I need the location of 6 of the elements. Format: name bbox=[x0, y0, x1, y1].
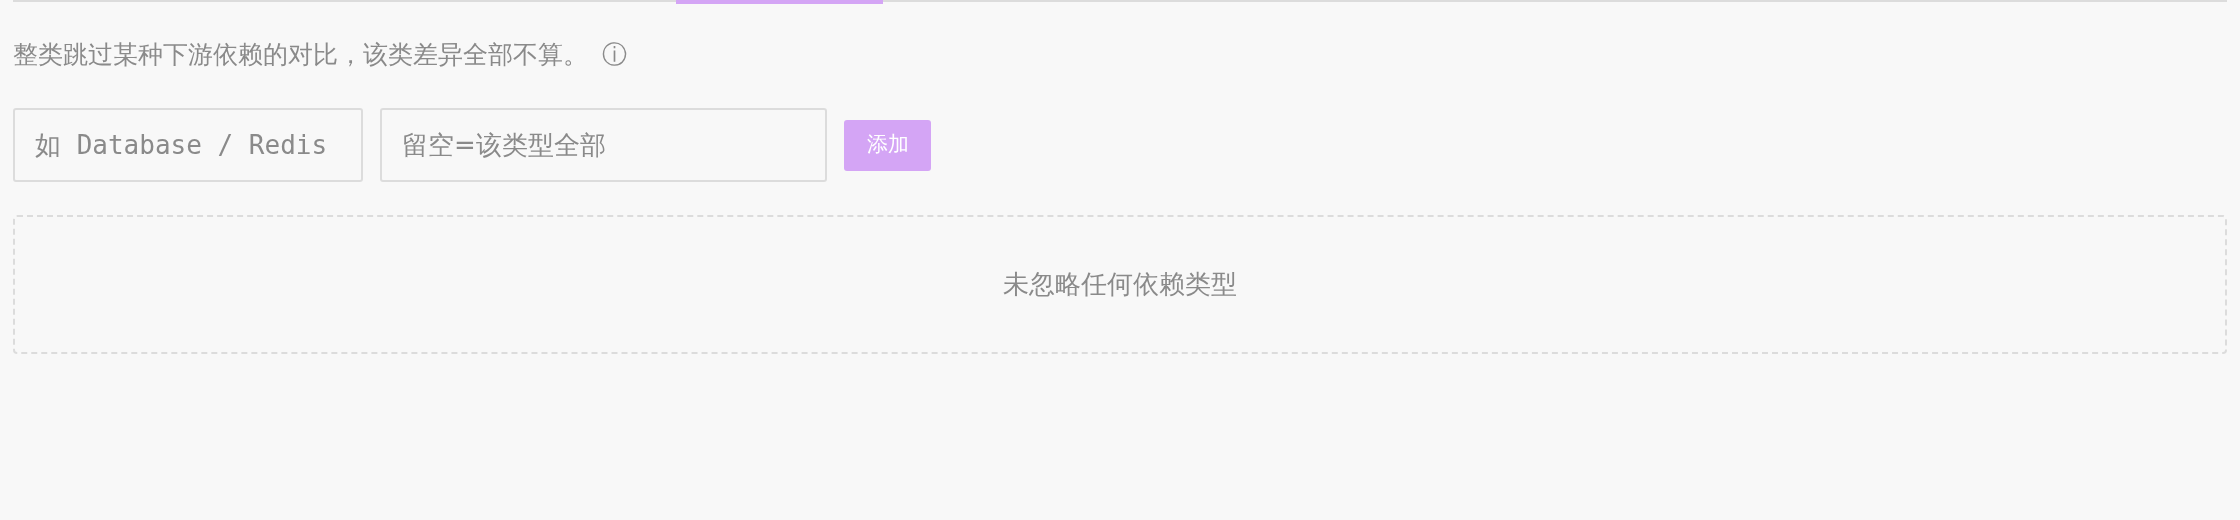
name-input-field[interactable]: 留空=该类型全部 bbox=[380, 108, 827, 182]
description-text: 整类跳过某种下游依赖的对比，该类差异全部不算。 bbox=[13, 39, 588, 72]
empty-state-text: 未忽略任何依赖类型 bbox=[1003, 268, 1237, 301]
type-input-field[interactable]: 如 Database / Redis bbox=[13, 108, 363, 182]
add-button[interactable]: 添加 bbox=[844, 119, 931, 171]
info-icon[interactable]: ⓘ bbox=[602, 36, 627, 74]
